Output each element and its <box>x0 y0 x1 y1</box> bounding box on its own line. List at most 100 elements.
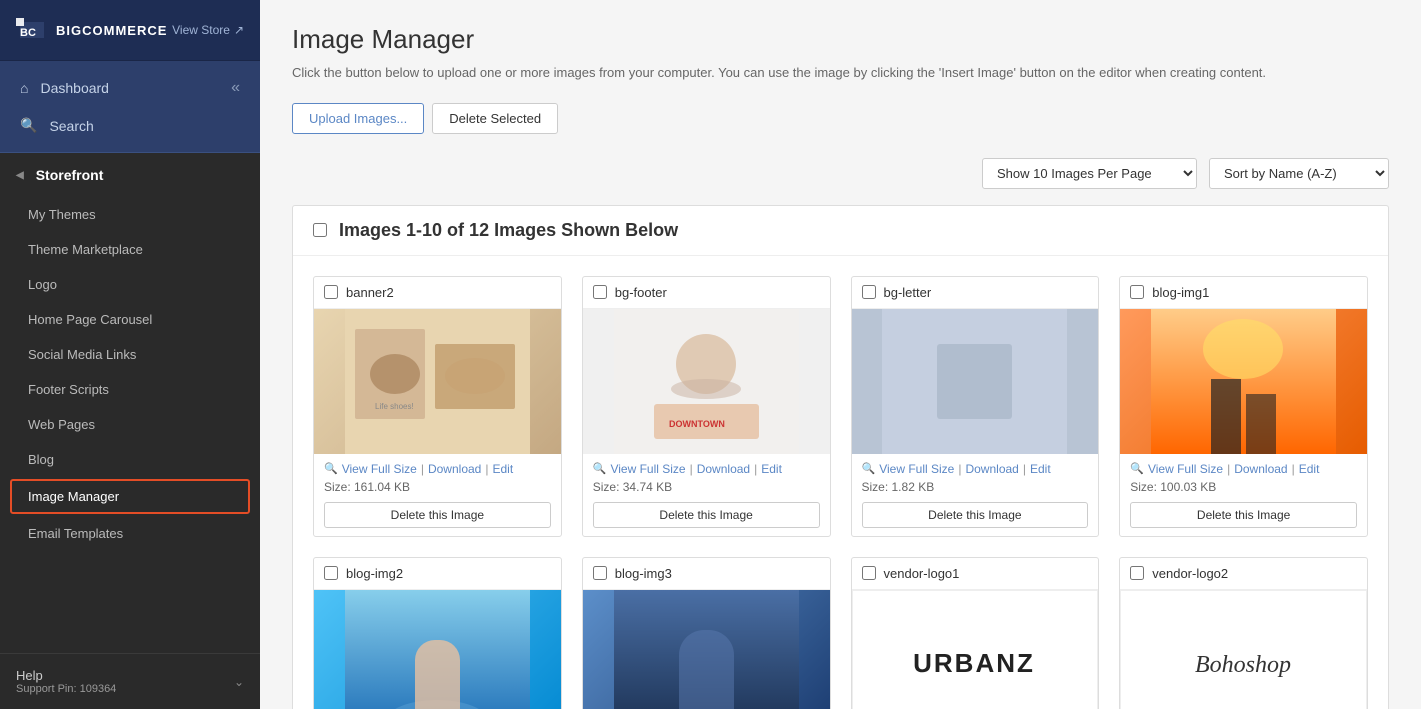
image-name: bg-footer <box>615 285 667 300</box>
view-full-size-link[interactable]: View Full Size <box>1148 462 1223 476</box>
brand-name-text: BIGCOMMERCE <box>56 23 167 38</box>
image-size: Size: 34.74 KB <box>593 480 820 494</box>
sidebar-item-social-media-links[interactable]: Social Media Links <box>0 337 260 372</box>
sidebar-item-theme-marketplace[interactable]: Theme Marketplace <box>0 232 260 267</box>
sidebar-header: BC BIGCOMMERCE View Store ↗ <box>0 0 260 61</box>
sidebar-item-home-page-carousel[interactable]: Home Page Carousel <box>0 302 260 337</box>
image-preview: DOWNTOWN <box>583 309 830 454</box>
delete-selected-button[interactable]: Delete Selected <box>432 103 558 134</box>
image-checkbox[interactable] <box>324 566 338 580</box>
image-name: blog-img3 <box>615 566 672 581</box>
view-full-size-link[interactable]: View Full Size <box>342 462 417 476</box>
sidebar-item-dashboard[interactable]: ⌂ Dashboard « <box>0 69 260 107</box>
image-preview <box>314 590 561 709</box>
image-card: blog-img1 <box>1119 276 1368 537</box>
page-title: Image Manager <box>292 24 1389 55</box>
storefront-section-header[interactable]: ◀ Storefront <box>0 153 260 197</box>
magnify-icon: 🔍 <box>1130 462 1144 475</box>
edit-link[interactable]: Edit <box>1299 462 1320 476</box>
magnify-icon: 🔍 <box>593 462 607 475</box>
image-card: blog-img3 <box>582 557 831 709</box>
svg-text:DOWNTOWN: DOWNTOWN <box>669 419 725 429</box>
sidebar-item-footer-scripts[interactable]: Footer Scripts <box>0 372 260 407</box>
image-checkbox[interactable] <box>862 566 876 580</box>
image-card: banner2 Life shoes! <box>313 276 562 537</box>
image-name: bg-letter <box>884 285 932 300</box>
sidebar-item-my-themes[interactable]: My Themes <box>0 197 260 232</box>
collapse-icon[interactable]: « <box>231 79 240 97</box>
images-count-label: Images 1-10 of 12 Images Shown Below <box>339 220 678 241</box>
download-link[interactable]: Download <box>428 462 481 476</box>
image-card: blog-img2 <box>313 557 562 709</box>
image-card: bg-footer DOWNTOWN <box>582 276 831 537</box>
image-checkbox[interactable] <box>593 566 607 580</box>
image-preview <box>1120 309 1367 454</box>
bigcommerce-logo-icon: BC <box>16 14 48 46</box>
per-page-select[interactable]: Show 10 Images Per Page Show 25 Images P… <box>982 158 1197 189</box>
image-checkbox[interactable] <box>862 285 876 299</box>
image-actions: 🔍 View Full Size | Download | Edit Size:… <box>1120 454 1367 536</box>
image-name: blog-img2 <box>346 566 403 581</box>
controls-row: Show 10 Images Per Page Show 25 Images P… <box>292 158 1389 189</box>
image-actions: 🔍 View Full Size | Download | Edit Size:… <box>314 454 561 536</box>
image-name: vendor-logo1 <box>884 566 960 581</box>
sort-select[interactable]: Sort by Name (A-Z) Sort by Name (Z-A) So… <box>1209 158 1389 189</box>
delete-image-button[interactable]: Delete this Image <box>324 502 551 528</box>
sidebar-item-image-manager[interactable]: Image Manager <box>10 479 250 514</box>
sidebar-item-blog[interactable]: Blog <box>0 442 260 477</box>
support-pin: Support Pin: 109364 <box>16 683 116 695</box>
image-preview: Life shoes! <box>314 309 561 454</box>
images-section: Images 1-10 of 12 Images Shown Below ban… <box>292 205 1389 709</box>
download-link[interactable]: Download <box>1234 462 1287 476</box>
image-checkbox[interactable] <box>324 285 338 299</box>
footer-chevron-icon[interactable]: ⌄ <box>234 675 244 689</box>
svg-text:URBANZ: URBANZ <box>913 648 1035 678</box>
image-preview: URBANZ <box>852 590 1099 709</box>
images-section-header: Images 1-10 of 12 Images Shown Below <box>293 206 1388 256</box>
main-content: Image Manager Click the button below to … <box>260 0 1421 709</box>
help-label: Help <box>16 668 116 683</box>
view-store-link[interactable]: View Store ↗ <box>172 23 244 37</box>
image-preview <box>852 309 1099 454</box>
select-all-checkbox[interactable] <box>313 223 327 237</box>
sidebar: BC BIGCOMMERCE View Store ↗ ⌂ Dashboard … <box>0 0 260 709</box>
download-link[interactable]: Download <box>965 462 1018 476</box>
delete-image-button[interactable]: Delete this Image <box>593 502 820 528</box>
svg-text:Life shoes!: Life shoes! <box>375 402 414 411</box>
magnify-icon: 🔍 <box>324 462 338 475</box>
sidebar-item-email-templates[interactable]: Email Templates <box>0 516 260 551</box>
sidebar-item-search[interactable]: 🔍 Search <box>0 107 260 144</box>
image-card: bg-letter 🔍 View Full Size | <box>851 276 1100 537</box>
svg-text:Bohoshop: Bohoshop <box>1195 652 1291 678</box>
edit-link[interactable]: Edit <box>492 462 513 476</box>
image-preview: Bohoshop <box>1120 590 1367 709</box>
image-checkbox[interactable] <box>1130 285 1144 299</box>
view-full-size-link[interactable]: View Full Size <box>610 462 685 476</box>
image-actions: 🔍 View Full Size | Download | Edit Size:… <box>583 454 830 536</box>
download-link[interactable]: Download <box>697 462 750 476</box>
brand-logo: BC BIGCOMMERCE <box>16 14 167 46</box>
sidebar-item-logo[interactable]: Logo <box>0 267 260 302</box>
image-actions: 🔍 View Full Size | Download | Edit Size:… <box>852 454 1099 536</box>
image-card: vendor-logo2 Bohoshop 🔍 View Full Size <box>1119 557 1368 709</box>
image-checkbox[interactable] <box>1130 566 1144 580</box>
storefront-arrow-icon: ◀ <box>16 170 24 181</box>
page-description: Click the button below to upload one or … <box>292 63 1389 83</box>
image-name: blog-img1 <box>1152 285 1209 300</box>
image-name: banner2 <box>346 285 394 300</box>
sidebar-footer: Help Support Pin: 109364 ⌄ <box>0 653 260 709</box>
view-full-size-link[interactable]: View Full Size <box>879 462 954 476</box>
image-checkbox[interactable] <box>593 285 607 299</box>
sidebar-item-web-pages[interactable]: Web Pages <box>0 407 260 442</box>
edit-link[interactable]: Edit <box>1030 462 1051 476</box>
delete-image-button[interactable]: Delete this Image <box>862 502 1089 528</box>
image-size: Size: 1.82 KB <box>862 480 1089 494</box>
upload-images-button[interactable]: Upload Images... <box>292 103 424 134</box>
images-grid: banner2 Life shoes! <box>293 256 1388 709</box>
magnify-icon: 🔍 <box>862 462 876 475</box>
image-size: Size: 161.04 KB <box>324 480 551 494</box>
delete-image-button[interactable]: Delete this Image <box>1130 502 1357 528</box>
svg-text:BC: BC <box>20 27 36 39</box>
sidebar-section-storefront: ◀ Storefront My Themes Theme Marketplace… <box>0 153 260 653</box>
edit-link[interactable]: Edit <box>761 462 782 476</box>
